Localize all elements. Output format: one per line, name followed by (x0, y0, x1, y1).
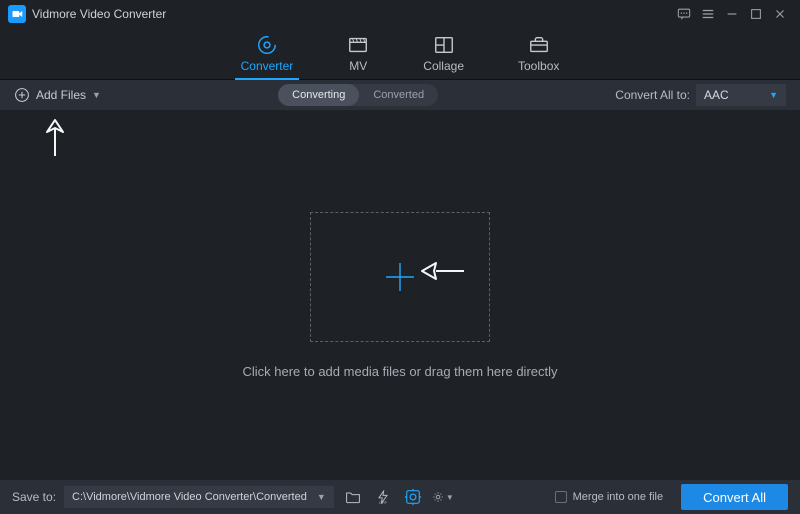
dropzone[interactable] (310, 212, 490, 342)
tab-label: MV (349, 59, 367, 73)
convert-all-to-label: Convert All to: (615, 88, 690, 102)
lightning-off-icon[interactable]: OFF (372, 486, 394, 508)
tab-label: Collage (423, 59, 464, 73)
collage-icon (433, 35, 455, 55)
plus-circle-icon (14, 87, 30, 103)
main-nav: Converter MV Collage Toolbox (0, 28, 800, 80)
open-folder-icon[interactable] (342, 486, 364, 508)
add-files-label: Add Files (36, 88, 86, 102)
selected-format: AAC (704, 88, 729, 102)
close-icon[interactable] (768, 2, 792, 26)
plus-icon (380, 257, 420, 297)
merge-label: Merge into one file (573, 491, 664, 503)
tab-label: Toolbox (518, 59, 559, 73)
dropzone-message: Click here to add media files or drag th… (242, 364, 557, 379)
output-format-select[interactable]: AAC ▼ (696, 84, 786, 106)
maximize-icon[interactable] (744, 2, 768, 26)
convert-all-button[interactable]: Convert All (681, 484, 788, 510)
add-files-button[interactable]: Add Files ▼ (14, 87, 101, 103)
app-title: Vidmore Video Converter (32, 7, 166, 21)
save-to-label: Save to: (12, 490, 56, 504)
hardware-accel-icon[interactable] (402, 486, 424, 508)
chevron-down-icon: ▼ (446, 493, 454, 502)
tab-converter[interactable]: Converter (241, 35, 294, 79)
chevron-down-icon: ▼ (317, 492, 326, 502)
save-path-value: C:\Vidmore\Vidmore Video Converter\Conve… (72, 491, 307, 503)
feedback-icon[interactable] (672, 2, 696, 26)
minimize-icon[interactable] (720, 2, 744, 26)
toolbox-icon (528, 35, 550, 55)
segment-converted[interactable]: Converted (359, 84, 438, 106)
annotation-arrow-up-icon (42, 118, 68, 158)
svg-text:OFF: OFF (379, 500, 388, 505)
segment-converting[interactable]: Converting (278, 84, 359, 106)
titlebar: Vidmore Video Converter (0, 0, 800, 28)
bottombar: Save to: C:\Vidmore\Vidmore Video Conver… (0, 480, 800, 514)
content-area: Click here to add media files or drag th… (0, 110, 800, 480)
converter-icon (256, 35, 278, 55)
chevron-down-icon: ▼ (769, 90, 778, 100)
save-path-select[interactable]: C:\Vidmore\Vidmore Video Converter\Conve… (64, 486, 334, 508)
app-logo-icon (8, 5, 26, 23)
tab-mv[interactable]: MV (347, 35, 369, 79)
chevron-down-icon: ▼ (92, 90, 101, 100)
toolbar: Add Files ▼ Converting Converted Convert… (0, 80, 800, 110)
mv-icon (347, 35, 369, 55)
settings-gear-icon[interactable]: ▼ (432, 486, 454, 508)
queue-segmented: Converting Converted (278, 84, 438, 106)
merge-checkbox[interactable]: Merge into one file (555, 491, 664, 503)
menu-icon[interactable] (696, 2, 720, 26)
tab-label: Converter (241, 59, 294, 73)
tab-collage[interactable]: Collage (423, 35, 464, 79)
convert-all-label: Convert All (703, 490, 766, 505)
tab-toolbox[interactable]: Toolbox (518, 35, 559, 79)
checkbox-box-icon (555, 491, 567, 503)
convert-all-to: Convert All to: AAC ▼ (615, 84, 786, 106)
